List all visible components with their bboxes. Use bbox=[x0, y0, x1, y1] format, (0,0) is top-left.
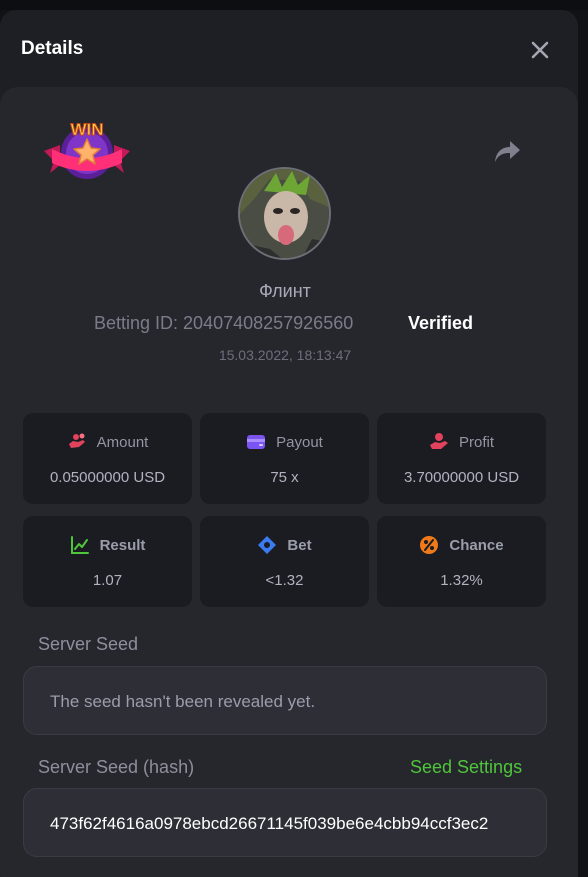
backdrop-strip bbox=[0, 0, 588, 10]
stat-payout: Payout 75 x bbox=[200, 413, 369, 504]
server-seed-field: The seed hasn't been revealed yet. bbox=[23, 666, 547, 735]
server-seed-hash-field[interactable]: 473f62f4616a0978ebcd26671145f039be6e4cbb… bbox=[23, 788, 547, 857]
modal-header: Details bbox=[0, 10, 578, 88]
server-seed-value: The seed hasn't been revealed yet. bbox=[50, 692, 316, 711]
stat-label: Payout bbox=[276, 433, 323, 451]
seed-settings-link[interactable]: Seed Settings bbox=[410, 757, 522, 778]
ticket-icon bbox=[258, 536, 277, 554]
share-icon[interactable] bbox=[492, 138, 522, 164]
percent-icon bbox=[420, 536, 439, 554]
verified-badge: Verified bbox=[408, 313, 474, 333]
win-badge-icon: WIN bbox=[44, 120, 130, 179]
server-seed-hash-label: Server Seed (hash) bbox=[38, 757, 195, 777]
player-name[interactable]: Флинт bbox=[0, 281, 570, 302]
stat-label: Profit bbox=[458, 433, 494, 451]
stat-result: Result 1.07 bbox=[23, 516, 192, 607]
close-icon[interactable] bbox=[528, 38, 552, 62]
stat-value: 1.32% bbox=[440, 572, 483, 589]
bet-timestamp: 15.03.2022, 18:13:47 bbox=[218, 347, 352, 363]
stat-value: 0.05000000 USD bbox=[49, 469, 166, 486]
stat-value: 75 x bbox=[270, 469, 299, 486]
server-seed-label: Server Seed bbox=[38, 634, 139, 654]
coins-hand-icon bbox=[68, 433, 85, 448]
stat-chance: Chance 1.32% bbox=[377, 516, 546, 607]
stat-label: Bet bbox=[287, 536, 312, 554]
stat-label: Amount bbox=[96, 433, 149, 451]
stat-label: Result bbox=[99, 536, 146, 554]
stat-value: <1.32 bbox=[265, 572, 304, 589]
stat-amount: Amount 0.05000000 USD bbox=[23, 413, 192, 504]
stat-bet: Bet <1.32 bbox=[200, 516, 369, 607]
stat-label: Chance bbox=[449, 536, 504, 554]
server-seed-hash-value: 473f62f4616a0978ebcd26671145f039be6e4cbb… bbox=[50, 814, 489, 833]
chart-check-icon bbox=[70, 536, 89, 554]
wallet-icon bbox=[247, 435, 266, 449]
stat-value: 1.07 bbox=[92, 572, 123, 589]
stat-profit: Profit 3.70000000 USD bbox=[377, 413, 546, 504]
stat-value: 3.70000000 USD bbox=[403, 469, 520, 486]
profit-hand-icon bbox=[429, 433, 448, 449]
avatar bbox=[238, 167, 331, 260]
modal-title: Details bbox=[21, 38, 84, 59]
betting-id: Betting ID: 20407408257926560 bbox=[94, 313, 354, 333]
svg-text:WIN: WIN bbox=[70, 120, 103, 139]
